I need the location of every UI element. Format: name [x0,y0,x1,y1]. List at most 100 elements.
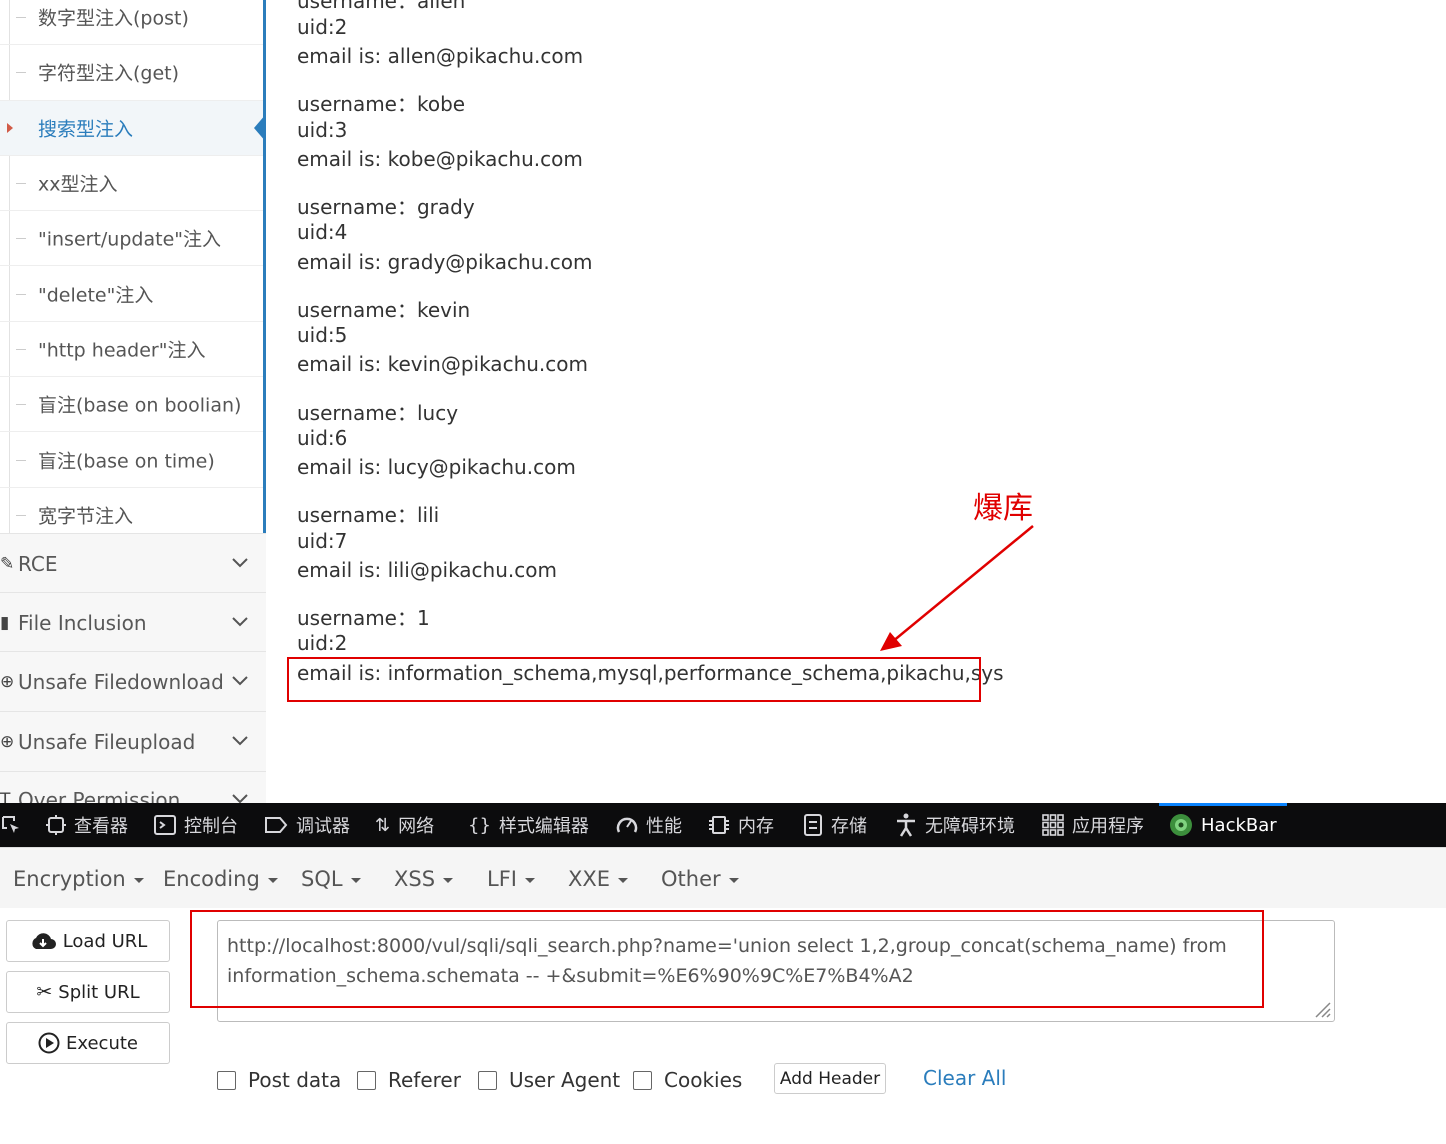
result-email: email is: kobe@pikachu.com [297,147,583,171]
result-username: username：1 [297,606,430,630]
submenu-item-label: "delete"注入 [38,284,154,307]
result-username: username：lucy [297,401,459,425]
tab-network[interactable]: ⇅ 网络 [375,803,434,847]
result-username: username：grady [297,195,475,219]
submenu-item-delete[interactable]: "delete"注入 [0,266,266,322]
tab-application[interactable]: 应用程序 [1042,803,1144,847]
load-url-button[interactable]: Load URL [6,920,170,962]
add-header-button[interactable]: Add Header [774,1063,886,1094]
menu-other[interactable]: Other [661,867,739,891]
post-data-checkbox[interactable]: Post data [217,1068,341,1092]
tree-dash [16,183,26,185]
menu-item-over-permission[interactable]: T Over Permission [0,771,266,803]
scissors-icon: ✂ [36,981,53,1003]
tree-dash [16,514,26,516]
split-url-button[interactable]: ✂ Split URL [6,971,170,1013]
element-picker-button[interactable] [2,803,20,847]
submenu-item-label: 宽字节注入 [38,505,134,528]
caret-down-icon [443,877,454,883]
result-email: email is: grady@pikachu.com [297,250,593,274]
tab-label: 性能 [646,816,682,837]
inspector-icon [46,815,66,835]
sidebar: 数字型注入(post) 字符型注入(get) 搜索型注入 xx型注入 "inse… [0,0,266,803]
download-icon: ⊕ [0,671,15,692]
checkbox-label: User Agent [509,1068,621,1092]
debugger-icon [265,817,288,833]
menu-item-file-inclusion[interactable]: ▮ File Inclusion [0,592,266,652]
submenu-item-label: 搜索型注入 [38,118,134,141]
tab-memory[interactable]: 内存 [708,803,774,847]
menu-item-unsafe-fileupload[interactable]: ⊕ Unsafe Fileupload [0,711,266,771]
menu-item-rce[interactable]: ✎ RCE [0,533,266,593]
tab-accessibility[interactable]: 无障碍环境 [895,803,1015,847]
submenu-item-label: 盲注(base on time) [38,450,215,473]
tab-hackbar[interactable]: HackBar [1159,803,1287,844]
clear-all-link[interactable]: Clear All [923,1066,1006,1090]
checkbox-box[interactable] [357,1070,376,1090]
result-username: username：lili [297,503,440,527]
referer-checkbox[interactable]: Referer [357,1068,461,1092]
button-label: Split URL [58,981,140,1003]
annotation-highlight-box [287,657,981,702]
application-icon [1042,814,1064,836]
menu-item-unsafe-filedownload[interactable]: ⊕ Unsafe Filedownload [0,651,266,711]
menu-sql[interactable]: SQL [301,867,361,891]
performance-icon [616,817,638,833]
storage-icon [804,814,822,836]
menu-xss[interactable]: XSS [394,867,454,891]
checkbox-label: Cookies [664,1068,743,1092]
tab-label: 无障碍环境 [925,816,1015,837]
menu-item-label: Over Permission [18,788,181,803]
menu-xxe[interactable]: XXE [568,867,629,891]
submenu-item-string-get[interactable]: 字符型注入(get) [0,45,266,101]
checkbox-box[interactable] [633,1070,652,1090]
menu-lfi[interactable]: LFI [487,867,535,891]
submenu-item-label: 盲注(base on boolian) [38,394,242,417]
submenu-item-xx[interactable]: xx型注入 [0,156,266,212]
submenu-item-blind-boolean[interactable]: 盲注(base on boolian) [0,377,266,433]
tab-label: 存储 [831,816,867,837]
user-agent-checkbox[interactable]: User Agent [478,1068,620,1092]
button-label: Execute [66,1032,138,1054]
submenu-item-insert-update[interactable]: "insert/update"注入 [0,211,266,267]
memory-icon [709,816,729,834]
submenu-item-http-header[interactable]: "http header"注入 [0,322,266,378]
tree-dash [16,459,26,461]
submenu-item-label: 数字型注入(post) [38,7,189,30]
cookies-checkbox[interactable]: Cookies [633,1068,742,1092]
result-uid: uid:5 [297,323,348,347]
annotation-url-highlight-box [190,910,1264,1008]
tab-performance[interactable]: 性能 [616,803,682,847]
menu-label: SQL [301,867,343,891]
submenu-item-numeric-post[interactable]: 数字型注入(post) [0,0,266,46]
tab-inspector[interactable]: 查看器 [46,803,128,847]
menu-item-label: RCE [18,551,58,576]
chevron-down-icon [232,557,248,567]
caret-down-icon [524,877,535,883]
tab-console[interactable]: 控制台 [154,803,238,847]
checkbox-box[interactable] [217,1070,236,1090]
menu-label: Encryption [13,867,126,891]
tab-storage[interactable]: 存储 [803,803,867,847]
caret-down-icon [618,877,629,883]
menu-encryption[interactable]: Encryption [13,867,144,891]
tab-debugger[interactable]: 调试器 [264,803,350,847]
caret-down-icon [728,877,739,883]
tab-style-editor[interactable]: {} 样式编辑器 [468,803,589,847]
execute-button[interactable]: Execute [6,1022,170,1064]
tree-dash [16,17,26,19]
menu-item-label: Unsafe Filedownload [18,669,224,694]
file-icon: ▮ [0,612,10,633]
chevron-down-icon [232,675,248,685]
result-username: username：allen [297,0,466,13]
tree-dash [16,238,26,240]
hackbar-panel: Encryption Encoding SQL XSS LFI XXE Othe… [0,847,1446,1144]
caret-right-icon [7,122,13,133]
submenu-item-search[interactable]: 搜索型注入 [0,100,266,156]
menu-encoding[interactable]: Encoding [163,867,278,891]
submenu-item-blind-time[interactable]: 盲注(base on time) [0,432,266,488]
tab-label: 调试器 [296,816,350,837]
checkbox-box[interactable] [478,1070,497,1090]
resize-handle-icon[interactable] [1311,998,1331,1018]
caret-down-icon [133,877,144,883]
